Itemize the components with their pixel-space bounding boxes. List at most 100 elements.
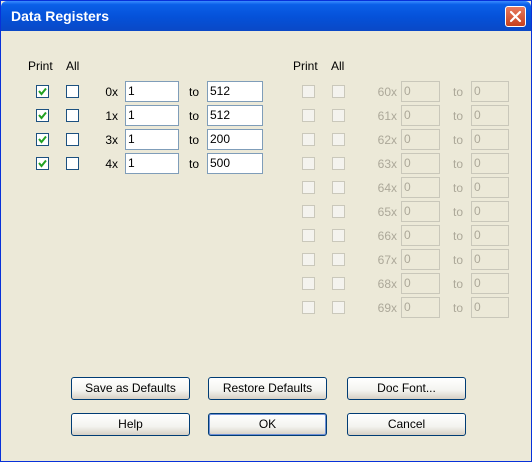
to-label: to: [453, 109, 464, 123]
register-label: 66x: [377, 229, 397, 243]
print-checkbox: [302, 277, 315, 290]
register-label: 4x: [105, 157, 118, 171]
register-label: 3x: [105, 133, 118, 147]
to-label: to: [453, 253, 464, 267]
left-print-header: Print: [28, 59, 53, 73]
range-from-input: 0: [401, 249, 440, 270]
range-to-input: 0: [471, 153, 509, 174]
register-label: 68x: [377, 277, 397, 291]
to-label: to: [189, 85, 200, 99]
restore-defaults-button[interactable]: Restore Defaults: [208, 377, 327, 400]
to-label: to: [189, 157, 200, 171]
left-all-header: All: [66, 59, 80, 73]
checkmark-icon: [38, 135, 47, 144]
range-from-input[interactable]: 1: [125, 129, 179, 150]
print-checkbox[interactable]: [36, 109, 49, 122]
register-label: 65x: [377, 205, 397, 219]
close-icon: [509, 10, 522, 23]
all-checkbox: [332, 181, 345, 194]
save-as-defaults-button[interactable]: Save as Defaults: [71, 377, 190, 400]
range-from-input: 0: [401, 129, 440, 150]
help-button[interactable]: Help: [71, 413, 190, 436]
range-from-input: 0: [401, 81, 440, 102]
range-to-input: 0: [471, 81, 509, 102]
checkmark-icon: [38, 87, 47, 96]
all-checkbox: [332, 277, 345, 290]
range-to-input[interactable]: 200: [207, 129, 263, 150]
range-from-input: 0: [401, 105, 440, 126]
to-label: to: [453, 229, 464, 243]
range-to-input: 0: [471, 177, 509, 198]
range-to-input: 0: [471, 129, 509, 150]
all-checkbox[interactable]: [66, 133, 79, 146]
range-from-input: 0: [401, 153, 440, 174]
all-checkbox: [332, 301, 345, 314]
range-to-input[interactable]: 512: [207, 81, 263, 102]
ok-button[interactable]: OK: [208, 413, 327, 436]
close-button[interactable]: [505, 6, 526, 27]
print-checkbox: [302, 253, 315, 266]
all-checkbox: [332, 229, 345, 242]
range-to-input[interactable]: 500: [207, 153, 263, 174]
print-checkbox[interactable]: [36, 133, 49, 146]
all-checkbox: [332, 157, 345, 170]
all-checkbox: [332, 133, 345, 146]
to-label: to: [453, 277, 464, 291]
doc-font-button[interactable]: Doc Font...: [347, 377, 466, 400]
all-checkbox[interactable]: [66, 157, 79, 170]
range-to-input: 0: [471, 105, 509, 126]
print-checkbox: [302, 229, 315, 242]
register-label: 64x: [377, 181, 397, 195]
print-checkbox: [302, 133, 315, 146]
print-checkbox: [302, 301, 315, 314]
range-to-input: 0: [471, 297, 509, 318]
to-label: to: [453, 301, 464, 315]
range-from-input: 0: [401, 225, 440, 246]
dialog-window: Data Registers Print All 0x 1 to 512 1x 1 to 51…: [0, 0, 532, 462]
register-label: 61x: [377, 109, 397, 123]
all-checkbox[interactable]: [66, 109, 79, 122]
right-all-header: All: [331, 59, 345, 73]
range-to-input: 0: [471, 225, 509, 246]
range-to-input: 0: [471, 273, 509, 294]
to-label: to: [453, 205, 464, 219]
range-from-input[interactable]: 1: [125, 153, 179, 174]
range-to-input: 0: [471, 201, 509, 222]
range-from-input: 0: [401, 177, 440, 198]
print-checkbox: [302, 205, 315, 218]
all-checkbox: [332, 109, 345, 122]
checkmark-icon: [38, 159, 47, 168]
window-title: Data Registers: [11, 8, 110, 24]
to-label: to: [453, 133, 464, 147]
dialog-body: Print All 0x 1 to 512 1x 1 to 512 3x 1 to 200 4x 1 to 5…: [4, 31, 528, 458]
print-checkbox: [302, 181, 315, 194]
range-from-input: 0: [401, 297, 440, 318]
all-checkbox: [332, 205, 345, 218]
print-checkbox: [302, 109, 315, 122]
all-checkbox: [332, 253, 345, 266]
register-label: 1x: [105, 109, 118, 123]
to-label: to: [453, 181, 464, 195]
range-from-input: 0: [401, 201, 440, 222]
all-checkbox: [332, 85, 345, 98]
all-checkbox[interactable]: [66, 85, 79, 98]
register-label: 69x: [377, 301, 397, 315]
right-print-header: Print: [293, 59, 318, 73]
range-from-input: 0: [401, 273, 440, 294]
range-from-input[interactable]: 1: [125, 81, 179, 102]
print-checkbox[interactable]: [36, 157, 49, 170]
register-label: 67x: [377, 253, 397, 267]
range-from-input[interactable]: 1: [125, 105, 179, 126]
title-bar[interactable]: Data Registers: [1, 1, 531, 31]
print-checkbox: [302, 157, 315, 170]
range-to-input[interactable]: 512: [207, 105, 263, 126]
to-label: to: [453, 157, 464, 171]
register-label: 63x: [377, 157, 397, 171]
cancel-button[interactable]: Cancel: [347, 413, 466, 436]
to-label: to: [189, 133, 200, 147]
checkmark-icon: [38, 111, 47, 120]
print-checkbox: [302, 85, 315, 98]
print-checkbox[interactable]: [36, 85, 49, 98]
register-label: 60x: [377, 85, 397, 99]
register-label: 0x: [105, 85, 118, 99]
